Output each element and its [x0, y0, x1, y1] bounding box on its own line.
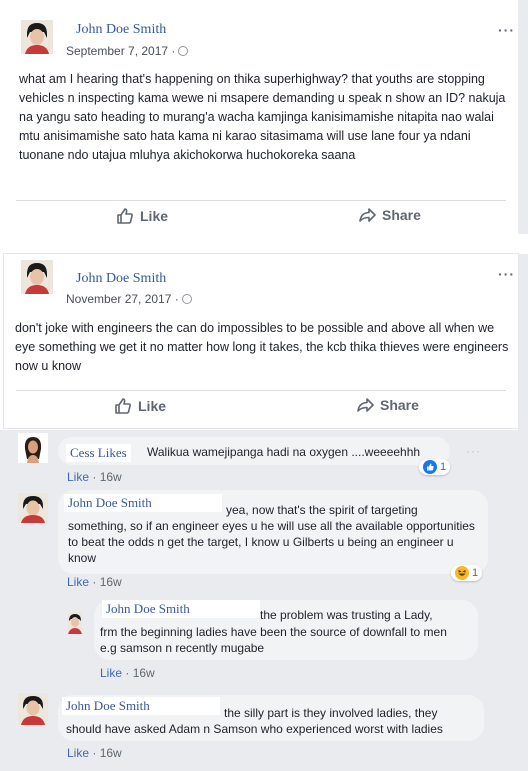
author-avatar[interactable] — [21, 20, 53, 54]
comment-text: the silly part is they involved ladies, … — [224, 706, 438, 720]
commenter-avatar[interactable] — [68, 612, 82, 634]
post-date[interactable]: November 27, 2017 · — [66, 292, 192, 306]
more-options-icon[interactable]: ··· — [498, 266, 515, 282]
like-icon — [117, 208, 133, 224]
comment-text-continued: should have asked Adam n Samson who expe… — [66, 722, 443, 736]
globe-icon — [178, 46, 189, 56]
comment-author-name[interactable]: John Doe Smith — [62, 697, 220, 715]
action-divider — [16, 390, 506, 391]
share-label: Share — [382, 207, 421, 223]
comment-text: the problem was trusting a Lady, — [260, 608, 433, 622]
comment-meta: Like · 16w — [67, 470, 122, 484]
comment-text-continued: something, so if an engineer eyes u he w… — [68, 519, 475, 565]
comment-meta: Like · 16w — [100, 666, 155, 680]
comment-meta: Like · 16w — [67, 575, 122, 589]
like-button[interactable]: Like — [114, 397, 166, 415]
comment-age[interactable]: · 16w — [125, 666, 154, 680]
like-reaction-icon — [423, 460, 437, 474]
like-button[interactable]: Like — [116, 207, 168, 225]
post-text: don't joke with engineers the can do imp… — [15, 321, 509, 373]
share-icon — [357, 398, 374, 412]
reaction-count-text: 1 — [440, 461, 447, 473]
haha-reaction-icon — [455, 566, 469, 580]
post-text: what am I hearing that's happening on th… — [19, 72, 506, 162]
comment-age[interactable]: · 16w — [92, 746, 121, 760]
comment-like-link[interactable]: Like — [67, 575, 89, 589]
like-icon — [115, 398, 131, 414]
share-button[interactable]: Share — [358, 207, 421, 223]
comment-text: yea, now that's the spirit of targeting — [226, 503, 418, 517]
commenter-avatar[interactable] — [18, 493, 48, 523]
post-author-name[interactable]: John Doe Smith — [76, 22, 166, 38]
share-label: Share — [380, 397, 419, 413]
comment-text: Walikua wamejipanga hadi na oxygen ....w… — [147, 445, 421, 459]
reaction-count[interactable]: 1 — [451, 565, 483, 581]
comment-author-name[interactable]: John Doe Smith — [102, 600, 260, 618]
post-date-text[interactable]: September 7, 2017 · — [66, 44, 175, 58]
background-gap — [0, 234, 528, 254]
comment-age[interactable]: · 16w — [92, 470, 121, 484]
post-card: John Doe Smith September 7, 2017 · ··· w… — [4, 4, 518, 234]
comment-like-link[interactable]: Like — [67, 470, 89, 484]
comment-like-link[interactable]: Like — [67, 746, 89, 760]
post-author-name[interactable]: John Doe Smith — [76, 271, 166, 287]
author-avatar[interactable] — [21, 260, 53, 294]
comment-age[interactable]: · 16w — [92, 575, 121, 589]
globe-icon — [181, 294, 192, 304]
post-card: John Doe Smith November 27, 2017 · ··· d… — [4, 254, 518, 428]
post-date-text[interactable]: November 27, 2017 · — [66, 292, 179, 306]
share-icon — [359, 208, 376, 222]
commenter-avatar[interactable] — [18, 433, 48, 463]
commenter-avatar[interactable] — [18, 693, 48, 725]
comment-text-continued: frm the beginning ladies have been the s… — [100, 625, 447, 655]
reaction-count-text: 1 — [472, 567, 479, 579]
comment-author-name[interactable]: Cess Likes — [66, 444, 131, 462]
like-label: Like — [138, 398, 167, 414]
action-divider — [16, 200, 506, 201]
reaction-count[interactable]: 1 — [419, 459, 451, 475]
comment-options-icon[interactable]: ··· — [466, 444, 481, 458]
more-options-icon[interactable]: ··· — [498, 22, 515, 38]
comment-author-name[interactable]: John Doe Smith — [64, 494, 222, 512]
like-label: Like — [140, 208, 169, 224]
share-button[interactable]: Share — [356, 397, 419, 413]
comment-meta: Like · 16w — [67, 746, 122, 760]
comment-like-link[interactable]: Like — [100, 666, 122, 680]
post-date[interactable]: September 7, 2017 · — [66, 44, 189, 58]
